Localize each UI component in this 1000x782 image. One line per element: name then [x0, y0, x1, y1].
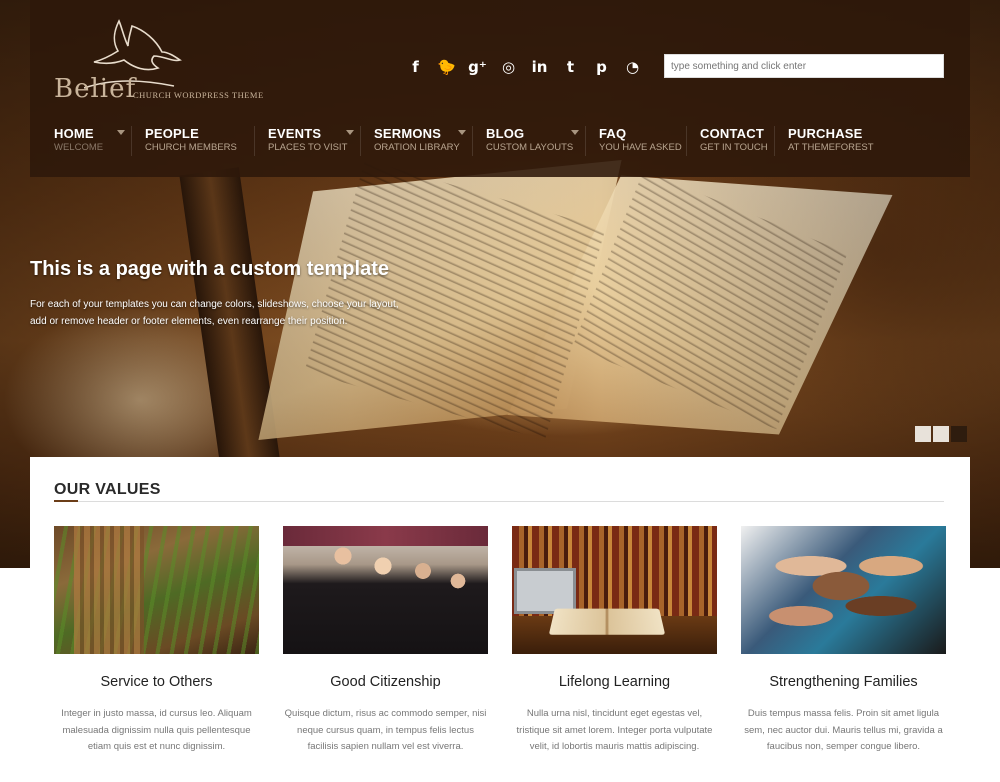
- garden-image[interactable]: [54, 526, 259, 654]
- chevron-down-icon: [571, 130, 579, 135]
- value-card-text: Quisque dictum, risus ac commodo semper,…: [284, 708, 487, 752]
- nav-item-blog[interactable]: BLOG CUSTOM LAYOUTS: [486, 126, 586, 156]
- value-card-text: Integer in justo massa, id cursus leo. A…: [61, 708, 252, 752]
- joined-hands-image[interactable]: [741, 526, 946, 654]
- nav-sublabel: WELCOME: [54, 142, 104, 153]
- nav-item-people[interactable]: PEOPLE CHURCH MEMBERS: [145, 126, 255, 156]
- nav-label: SERMONS: [374, 126, 442, 141]
- nav-sublabel: CUSTOM LAYOUTS: [486, 142, 574, 153]
- section-divider: [54, 501, 944, 502]
- slider-dot[interactable]: [915, 426, 931, 442]
- linkedin-icon[interactable]: in: [524, 57, 555, 77]
- section-title: OUR VALUES: [54, 481, 161, 498]
- nav-item-purchase[interactable]: PURCHASE AT THEMEFOREST: [788, 126, 878, 156]
- hero-description: For each of your templates you can chang…: [30, 299, 399, 327]
- value-card-title[interactable]: Lifelong Learning: [512, 674, 717, 690]
- values-section: OUR VALUES Service to Others Integer in …: [30, 457, 970, 782]
- hero-title: This is a page with a custom template: [30, 258, 389, 280]
- choir-image[interactable]: [283, 526, 488, 654]
- logo-wordmark: Belief: [54, 74, 137, 104]
- nav-sublabel: YOU HAVE ASKED: [599, 142, 682, 153]
- value-card: Good Citizenship Quisque dictum, risus a…: [283, 526, 488, 756]
- value-card-title[interactable]: Strengthening Families: [741, 674, 946, 690]
- value-card-title[interactable]: Service to Others: [54, 674, 259, 690]
- nav-item-events[interactable]: EVENTS PLACES TO VISIT: [268, 126, 361, 156]
- nav-item-faq[interactable]: FAQ YOU HAVE ASKED: [599, 126, 687, 156]
- logo-tagline: CHURCH WORDPRESS THEME: [133, 90, 264, 100]
- twitter-icon[interactable]: 🐤: [431, 57, 462, 77]
- search-input[interactable]: [664, 54, 944, 78]
- value-card: Lifelong Learning Nulla urna nisl, tinci…: [512, 526, 717, 756]
- site-header: Belief CHURCH WORDPRESS THEME f 🐤 g⁺ ◎ i…: [30, 0, 970, 177]
- nav-item-sermons[interactable]: SERMONS ORATION LIBRARY: [374, 126, 473, 156]
- nav-label: FAQ: [599, 126, 627, 141]
- value-card-title[interactable]: Good Citizenship: [283, 674, 488, 690]
- nav-sublabel: GET IN TOUCH: [700, 142, 768, 153]
- laptop-shape: [514, 568, 576, 614]
- value-card-text: Nulla urna nisl, tincidunt eget egestas …: [516, 708, 713, 752]
- nav-label: PURCHASE: [788, 126, 863, 141]
- nav-label: EVENTS: [268, 126, 322, 141]
- nav-sublabel: CHURCH MEMBERS: [145, 142, 237, 153]
- chevron-down-icon: [117, 130, 125, 135]
- open-book-shape: [548, 608, 666, 635]
- slider-pagination: [915, 426, 967, 442]
- nav-label: PEOPLE: [145, 126, 199, 141]
- nav-item-contact[interactable]: CONTACT GET IN TOUCH: [700, 126, 775, 156]
- slider-dot-active[interactable]: [951, 426, 967, 442]
- value-card: Strengthening Families Duis tempus massa…: [741, 526, 946, 756]
- nav-label: BLOG: [486, 126, 525, 141]
- section-divider-accent: [54, 500, 78, 502]
- tumblr-icon[interactable]: t: [555, 57, 586, 77]
- main-nav: HOME WELCOME PEOPLE CHURCH MEMBERS EVENT…: [54, 126, 891, 156]
- slider-dot[interactable]: [933, 426, 949, 442]
- value-card: Service to Others Integer in justo massa…: [54, 526, 259, 756]
- social-links: f 🐤 g⁺ ◎ in t p ◔: [400, 57, 648, 77]
- nav-sublabel: ORATION LIBRARY: [374, 142, 460, 153]
- google-plus-icon[interactable]: g⁺: [462, 57, 493, 77]
- library-image[interactable]: [512, 526, 717, 654]
- pinterest-icon[interactable]: p: [586, 57, 617, 77]
- nav-item-home[interactable]: HOME WELCOME: [54, 126, 132, 156]
- facebook-icon[interactable]: f: [400, 57, 431, 77]
- value-card-text: Duis tempus massa felis. Proin sit amet …: [744, 708, 943, 752]
- site-logo[interactable]: Belief CHURCH WORDPRESS THEME: [54, 16, 274, 116]
- nav-label: HOME: [54, 126, 94, 141]
- values-cards: Service to Others Integer in justo massa…: [54, 526, 946, 756]
- chevron-down-icon: [458, 130, 466, 135]
- nav-sublabel: PLACES TO VISIT: [268, 142, 348, 153]
- chevron-down-icon: [346, 130, 354, 135]
- nav-sublabel: AT THEMEFOREST: [788, 142, 874, 153]
- rss-icon[interactable]: ◔: [617, 57, 648, 77]
- dribbble-icon[interactable]: ◎: [493, 57, 524, 77]
- nav-label: CONTACT: [700, 126, 764, 141]
